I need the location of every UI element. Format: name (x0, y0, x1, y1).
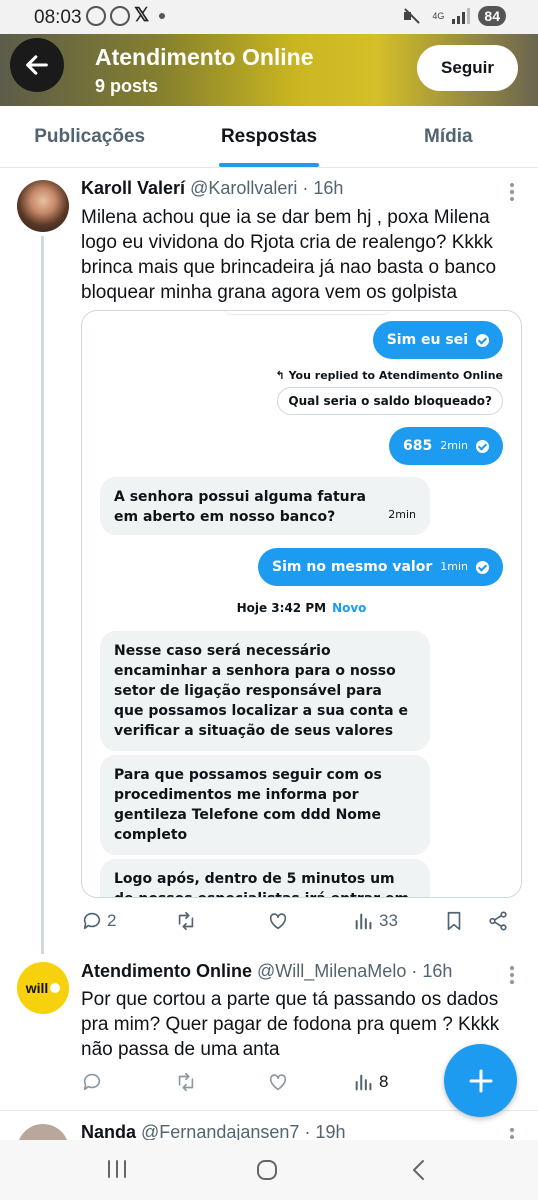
posts-count: 9 posts (95, 76, 159, 96)
reply-icon (83, 1073, 101, 1091)
share-icon (489, 911, 507, 931)
back-nav-icon[interactable] (408, 1158, 430, 1182)
x-app-icon: 𝕏 (134, 5, 150, 26)
chat-message-in: Para que possamos seguir com os procedim… (100, 755, 430, 855)
back-button[interactable] (10, 38, 64, 92)
heart-icon (269, 913, 287, 930)
views-button[interactable]: 33 (353, 910, 398, 932)
mute-icon (402, 7, 424, 25)
tweet-time[interactable]: · 16h (411, 961, 452, 981)
recent-apps-icon[interactable] (105, 1158, 129, 1180)
repost-button[interactable] (175, 910, 197, 932)
battery-level: 84 (478, 6, 506, 26)
chat-message-out: 685 2min (389, 427, 503, 465)
avatar[interactable] (17, 180, 69, 232)
chat-message-in: A senhora possui alguma fatura em aberto… (100, 477, 430, 535)
notification-app-icon (86, 6, 106, 26)
chat-message-in: Logo após, dentro de 5 minutos um de nos… (100, 859, 430, 897)
more-options-icon[interactable] (510, 183, 516, 204)
chat-message-out: Sim no mesmo valor 1min (258, 548, 503, 586)
heart-icon (269, 1074, 287, 1091)
notification-icons: 𝕏 (86, 5, 166, 26)
author-name[interactable]: Karoll Valerí (81, 178, 185, 198)
repost-button[interactable] (175, 1071, 197, 1093)
author-handle[interactable]: @Karollvaleri (190, 178, 297, 198)
chat-message-out: Sim eu sei (372, 321, 503, 359)
chat-timestamp: Hoje 3:42 PM Novo (236, 601, 367, 615)
home-icon[interactable] (255, 1158, 279, 1182)
bookmark-icon (447, 911, 461, 931)
like-button[interactable] (267, 1071, 289, 1093)
status-bar: 08:03 𝕏 4G 84 (0, 0, 538, 34)
like-button[interactable] (267, 910, 289, 932)
notification-app-icon (110, 6, 130, 26)
author-name[interactable]: Atendimento Online (81, 961, 252, 981)
tab-publicacoes[interactable]: Publicações (0, 106, 179, 167)
bookmark-button[interactable] (443, 910, 465, 932)
avatar[interactable]: will (17, 962, 69, 1014)
network-type: 4G (432, 10, 445, 21)
signal-icon (452, 8, 471, 24)
author-handle[interactable]: @Will_MilenaMelo (257, 961, 406, 981)
author-handle[interactable]: @Fernandajansen7 (141, 1122, 299, 1142)
views-icon (355, 1074, 372, 1091)
reply-icon (83, 912, 101, 930)
follow-button[interactable]: Seguir (417, 45, 518, 91)
system-nav-bar (0, 1140, 538, 1200)
thread-line (41, 236, 44, 954)
reply-arrow-icon: ↰ (275, 369, 289, 382)
tweet-image-chat-screenshot[interactable]: Sim eu sei ↰ You replied to Atendimento … (81, 310, 522, 898)
views-icon (355, 913, 372, 930)
reply-indicator: ↰ You replied to Atendimento Online (275, 369, 503, 382)
quoted-message: Qual seria o saldo bloqueado? (277, 387, 503, 415)
plus-icon (469, 1069, 492, 1092)
active-tab-indicator (218, 163, 319, 167)
tab-respostas[interactable]: Respostas (179, 106, 358, 167)
reply-button[interactable]: 2 (81, 910, 116, 932)
tweet-time[interactable]: · 19h (304, 1122, 345, 1142)
profile-header: Atendimento Online 9 posts Seguir (0, 34, 538, 106)
share-button[interactable] (487, 910, 509, 932)
arrow-left-icon (26, 55, 48, 75)
clipped-bubble-edge (222, 311, 392, 315)
tweet-text: Milena achou que ia se dar bem hj , poxa… (81, 207, 497, 303)
repost-icon (178, 911, 194, 931)
views-button[interactable]: 8 (353, 1071, 388, 1093)
more-notifications-icon (159, 13, 166, 19)
read-check-icon (476, 439, 489, 453)
tweet-text: Por que cortou a parte que tá passando o… (81, 989, 500, 1060)
chat-message-in: Nesse caso será necessário encaminhar a … (100, 631, 430, 751)
tweet-author-line: Karoll Valerí @Karollvaleri · 16h (81, 178, 343, 199)
read-check-icon (476, 333, 489, 347)
profile-tabs: Publicações Respostas Mídia (0, 106, 538, 168)
status-time: 08:03 (34, 7, 82, 28)
compose-post-button[interactable] (444, 1044, 517, 1117)
tweet-author-line: Atendimento Online @Will_MilenaMelo · 16… (81, 961, 452, 982)
tab-midia[interactable]: Mídia (359, 106, 538, 167)
reply-button[interactable] (81, 1071, 103, 1093)
repost-icon (178, 1072, 194, 1092)
tweet-divider (0, 1110, 538, 1111)
profile-name: Atendimento Online (95, 44, 314, 70)
author-name[interactable]: Nanda (81, 1122, 136, 1142)
tweet-actions: 2 33 (81, 910, 521, 940)
read-check-icon (476, 560, 489, 574)
tweet-time[interactable]: · 16h (302, 178, 343, 198)
more-options-icon[interactable] (510, 966, 516, 987)
